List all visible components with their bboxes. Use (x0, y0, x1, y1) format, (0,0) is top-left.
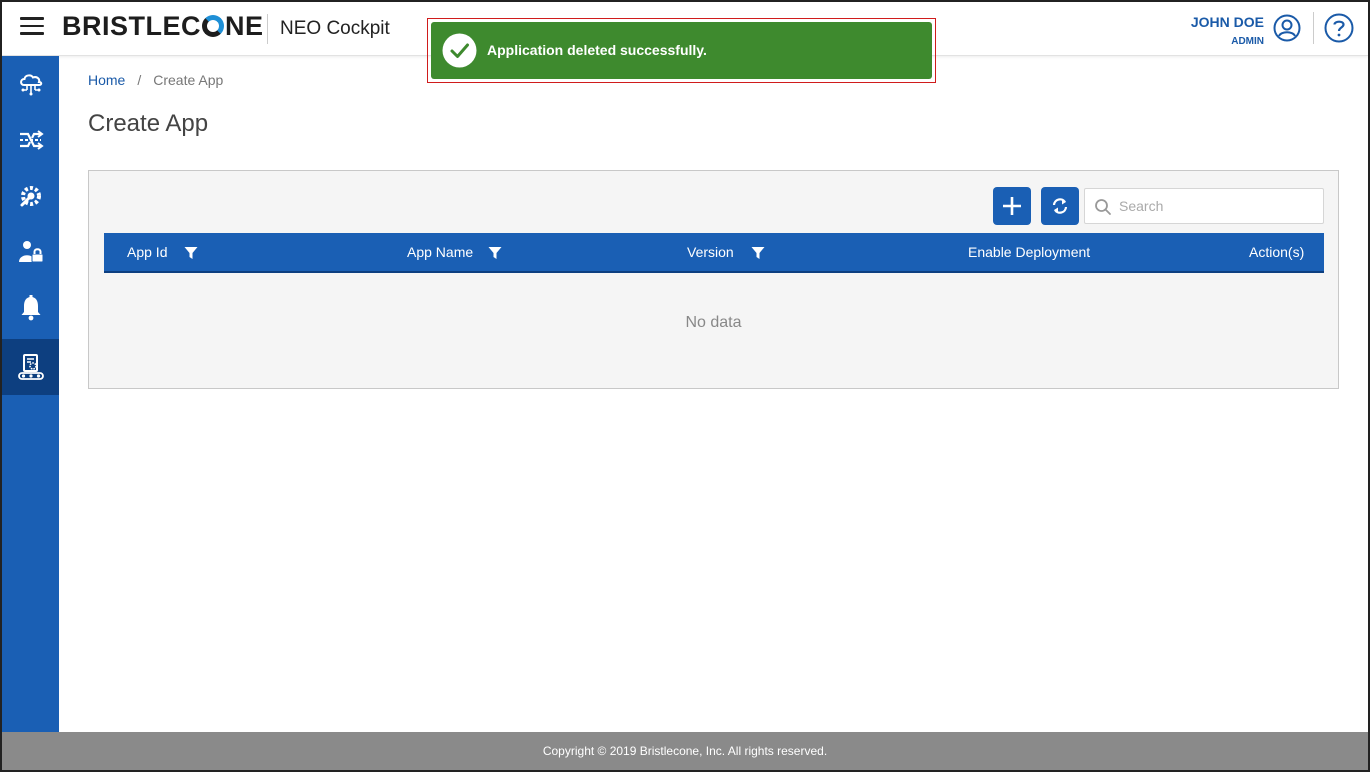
apps-panel: App Id App Name Version Enable Deploymen… (88, 170, 1339, 389)
gear-wrench-icon (20, 186, 41, 207)
sidebar-item-cloud[interactable] (2, 56, 59, 112)
brand-text-right: NE (225, 11, 264, 41)
sidebar-item-settings[interactable] (2, 168, 59, 224)
breadcrumb-home-link[interactable]: Home (88, 72, 125, 88)
app-conveyor-icon (17, 354, 44, 380)
cloud-network-icon (19, 74, 42, 96)
sidebar-item-notifications[interactable] (2, 280, 59, 336)
column-header-app-id[interactable]: App Id (127, 233, 167, 273)
brand-logo-circle (202, 15, 224, 37)
user-info[interactable]: JOHN DOE ADMIN (1191, 14, 1264, 47)
column-header-app-name[interactable]: App Name (407, 233, 473, 273)
plus-icon (1003, 197, 1021, 215)
toast-message: Application deleted successfully. (487, 42, 707, 58)
search-input[interactable] (1119, 189, 1319, 223)
filter-icon[interactable] (488, 246, 502, 260)
header-separator (1313, 12, 1314, 44)
sidebar-item-create-app[interactable] (2, 339, 59, 395)
success-toast[interactable]: Application deleted successfully. (431, 22, 932, 79)
user-circle-icon[interactable] (1273, 14, 1301, 42)
table-header: App Id App Name Version Enable Deploymen… (104, 233, 1324, 273)
toast-highlight-frame: Application deleted successfully. (427, 18, 936, 83)
search-box (1084, 188, 1324, 224)
breadcrumb: Home / Create App (88, 72, 223, 88)
filter-icon[interactable] (184, 246, 198, 260)
app-name: NEO Cockpit (280, 18, 390, 39)
breadcrumb-separator: / (137, 72, 142, 88)
bell-icon (21, 295, 40, 321)
page-title: Create App (88, 110, 209, 137)
help-circle-icon[interactable] (1324, 13, 1354, 43)
refresh-icon (1052, 198, 1068, 214)
column-header-version[interactable]: Version (687, 233, 734, 273)
shuffle-flow-icon (19, 130, 44, 150)
breadcrumb-current: Create App (153, 72, 224, 88)
sidebar-nav (2, 56, 59, 732)
user-lock-icon (18, 241, 43, 263)
hamburger-menu-icon[interactable] (20, 17, 44, 37)
check-circle-icon (442, 33, 477, 68)
column-header-actions: Action(s) (1249, 244, 1305, 260)
add-app-button[interactable] (993, 187, 1031, 225)
brand-logo: BRISTLEC NE (62, 11, 264, 42)
column-header-enable-deployment: Enable Deployment (968, 244, 1091, 260)
empty-table-message: No data (685, 314, 742, 331)
user-role: ADMIN (1231, 36, 1264, 47)
sidebar-item-flows[interactable] (2, 112, 59, 168)
footer-copyright: Copyright © 2019 Bristlecone, Inc. All r… (542, 744, 828, 758)
filter-icon[interactable] (751, 246, 765, 260)
user-name: JOHN DOE (1190, 14, 1264, 30)
brand-text-left: BRISTLEC (62, 11, 201, 41)
refresh-button[interactable] (1041, 187, 1079, 225)
footer: Copyright © 2019 Bristlecone, Inc. All r… (2, 732, 1368, 770)
sidebar-item-users[interactable] (2, 224, 59, 280)
header-divider (267, 14, 268, 44)
search-icon (1095, 199, 1111, 215)
